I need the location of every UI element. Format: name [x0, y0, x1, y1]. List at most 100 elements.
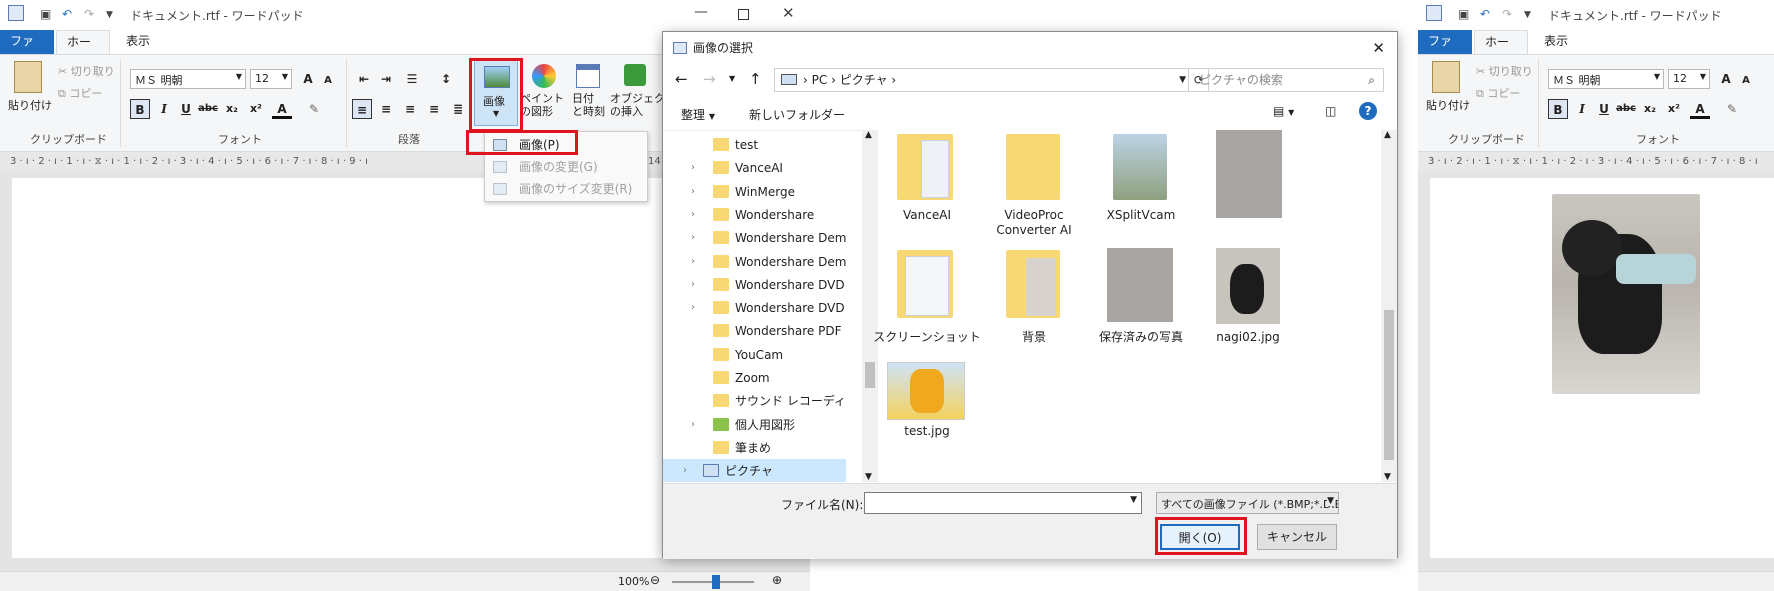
- open-button[interactable]: 開く(O): [1160, 524, 1240, 550]
- inserted-dog-photo[interactable]: [1552, 194, 1700, 394]
- redo-icon[interactable]: ↷: [1502, 7, 1512, 21]
- preview-pane-icon[interactable]: ◫: [1325, 104, 1336, 118]
- expand-chevron-icon[interactable]: ›: [691, 226, 695, 250]
- superscript-icon[interactable]: x²: [1664, 99, 1684, 119]
- font-size-combo[interactable]: 12 ▼: [250, 69, 292, 89]
- align-left-icon[interactable]: ≡: [352, 99, 372, 119]
- tab-file[interactable]: ファイル: [0, 30, 54, 70]
- align-right-icon[interactable]: ≡: [400, 99, 420, 119]
- nav-item[interactable]: › Wondershare DVD Creato: [663, 273, 846, 297]
- highlight-icon[interactable]: ✎: [304, 99, 324, 119]
- italic-icon[interactable]: I: [154, 99, 174, 119]
- superscript-icon[interactable]: x²: [246, 99, 266, 119]
- scroll-up-icon[interactable]: ▲: [1384, 130, 1391, 140]
- grow-font-icon[interactable]: A: [1716, 69, 1736, 89]
- file-item-vanceai[interactable]: VanceAI: [867, 130, 987, 244]
- paragraph-icon[interactable]: ≣: [448, 99, 468, 119]
- expand-chevron-icon[interactable]: ›: [683, 459, 687, 482]
- up-icon[interactable]: ↑: [749, 70, 762, 88]
- file-item-nagi02[interactable]: nagi02.jpg: [1188, 248, 1308, 358]
- tab-view[interactable]: 表示: [1534, 30, 1578, 54]
- highlight-icon[interactable]: ✎: [1722, 99, 1742, 119]
- nav-item[interactable]: › Wondershare DemoCreat: [663, 250, 846, 274]
- menu-item-picture[interactable]: 画像(P): [485, 134, 647, 156]
- file-item-background[interactable]: 背景: [974, 248, 1094, 358]
- wordpad-app-icon[interactable]: [8, 5, 24, 21]
- file-item-saved-photos[interactable]: 保存済みの写真: [1081, 248, 1201, 358]
- nav-item[interactable]: サウンド レコーディング: [663, 389, 846, 413]
- subscript-icon[interactable]: x₂: [222, 99, 242, 119]
- back-icon[interactable]: ←: [675, 70, 688, 88]
- expand-chevron-icon[interactable]: ›: [691, 273, 695, 297]
- wordpad-app-icon[interactable]: [1426, 5, 1442, 21]
- document-page[interactable]: [1430, 178, 1774, 558]
- nav-item[interactable]: › Wondershare DVD Memo: [663, 296, 846, 320]
- strikethrough-icon[interactable]: abc: [1616, 99, 1636, 119]
- recent-locations-icon[interactable]: ▼: [729, 74, 735, 83]
- maximize-button[interactable]: [738, 9, 749, 20]
- search-input[interactable]: ピクチャの検索 ⌕: [1188, 68, 1384, 92]
- font-size-combo[interactable]: 12 ▼: [1668, 69, 1710, 89]
- expand-chevron-icon[interactable]: ›: [691, 156, 695, 180]
- menu-item-resize-picture[interactable]: 画像のサイズ変更(R): [485, 178, 647, 200]
- customize-toolbar-icon[interactable]: ▼: [106, 10, 113, 20]
- menu-item-change-picture[interactable]: 画像の変更(G): [485, 156, 647, 178]
- filename-input[interactable]: ▼: [864, 492, 1142, 514]
- breadcrumb-pc[interactable]: PC: [812, 73, 828, 87]
- nav-item[interactable]: › Wondershare DemoCreat: [663, 226, 846, 250]
- undo-icon[interactable]: ↶: [62, 7, 72, 21]
- font-color-icon[interactable]: A: [1690, 99, 1710, 119]
- expand-chevron-icon[interactable]: ›: [691, 203, 695, 227]
- copy-button[interactable]: ⧉ コピー: [1476, 85, 1520, 101]
- minimize-button[interactable]: —: [694, 4, 708, 20]
- save-icon[interactable]: ▣: [40, 7, 51, 21]
- italic-icon[interactable]: I: [1572, 99, 1592, 119]
- organize-button[interactable]: 整理 ▼: [681, 106, 715, 123]
- font-name-combo[interactable]: ＭＳ 明朝 ▼: [1548, 69, 1664, 89]
- underline-icon[interactable]: U: [176, 99, 196, 119]
- subscript-icon[interactable]: x₂: [1640, 99, 1660, 119]
- paint-drawing-button[interactable]: ペイント の図形: [520, 60, 564, 126]
- underline-icon[interactable]: U: [1594, 99, 1614, 119]
- bold-icon[interactable]: B: [1548, 99, 1568, 119]
- bold-icon[interactable]: B: [130, 99, 150, 119]
- cancel-button[interactable]: キャンセル: [1257, 524, 1337, 550]
- bullet-list-icon[interactable]: ☰: [402, 69, 422, 89]
- nav-item[interactable]: › ピクチャ: [663, 459, 846, 482]
- grow-font-icon[interactable]: A: [298, 69, 318, 89]
- cut-button[interactable]: ✂ 切り取り: [1476, 63, 1533, 79]
- insert-picture-button[interactable]: 画像 ▼: [474, 60, 518, 126]
- zoom-in-icon[interactable]: ⊕: [772, 573, 782, 587]
- justify-icon[interactable]: ≡: [424, 99, 444, 119]
- zoom-slider-thumb[interactable]: [712, 575, 720, 589]
- close-button[interactable]: ✕: [782, 4, 795, 22]
- paste-icon[interactable]: [14, 61, 42, 93]
- line-spacing-icon[interactable]: ↕: [436, 69, 456, 89]
- scroll-down-icon[interactable]: ▼: [1384, 472, 1391, 482]
- expand-chevron-icon[interactable]: ›: [691, 250, 695, 274]
- undo-icon[interactable]: ↶: [1480, 7, 1490, 21]
- ruler[interactable]: 3 · ı · 2 · ı · 1 · ı · ⧖ · ı · 1 · ı · …: [1418, 152, 1774, 172]
- align-center-icon[interactable]: ≡: [376, 99, 396, 119]
- copy-button[interactable]: ⧉ コピー: [58, 85, 102, 101]
- nav-item[interactable]: test: [663, 133, 846, 157]
- breadcrumb-pictures[interactable]: ピクチャ: [840, 73, 888, 87]
- tab-file[interactable]: ファイル: [1418, 30, 1472, 70]
- font-color-icon[interactable]: A: [272, 99, 292, 119]
- paste-icon[interactable]: [1432, 61, 1460, 93]
- expand-chevron-icon[interactable]: ›: [691, 296, 695, 320]
- view-options-icon[interactable]: ▤ ▼: [1273, 104, 1294, 118]
- cut-button[interactable]: ✂ 切り取り: [58, 63, 115, 79]
- decrease-indent-icon[interactable]: ⇤: [354, 69, 374, 89]
- chevron-down-icon[interactable]: ▼: [1130, 495, 1137, 505]
- new-folder-button[interactable]: 新しいフォルダー: [749, 106, 845, 123]
- nav-item[interactable]: Wondershare PDF Passw: [663, 319, 846, 343]
- font-name-combo[interactable]: ＭＳ 明朝 ▼: [130, 69, 246, 89]
- chevron-down-icon[interactable]: ▼: [1179, 69, 1186, 91]
- file-item-test-jpg[interactable]: test.jpg: [867, 362, 987, 478]
- zoom-out-icon[interactable]: ⊖: [650, 573, 660, 587]
- nav-item[interactable]: 筆まめ: [663, 436, 846, 460]
- nav-item[interactable]: YouCam: [663, 343, 846, 367]
- address-bar[interactable]: › PC › ピクチャ › ▼ ⟳: [774, 68, 1209, 92]
- nav-item[interactable]: › 個人用図形: [663, 413, 846, 437]
